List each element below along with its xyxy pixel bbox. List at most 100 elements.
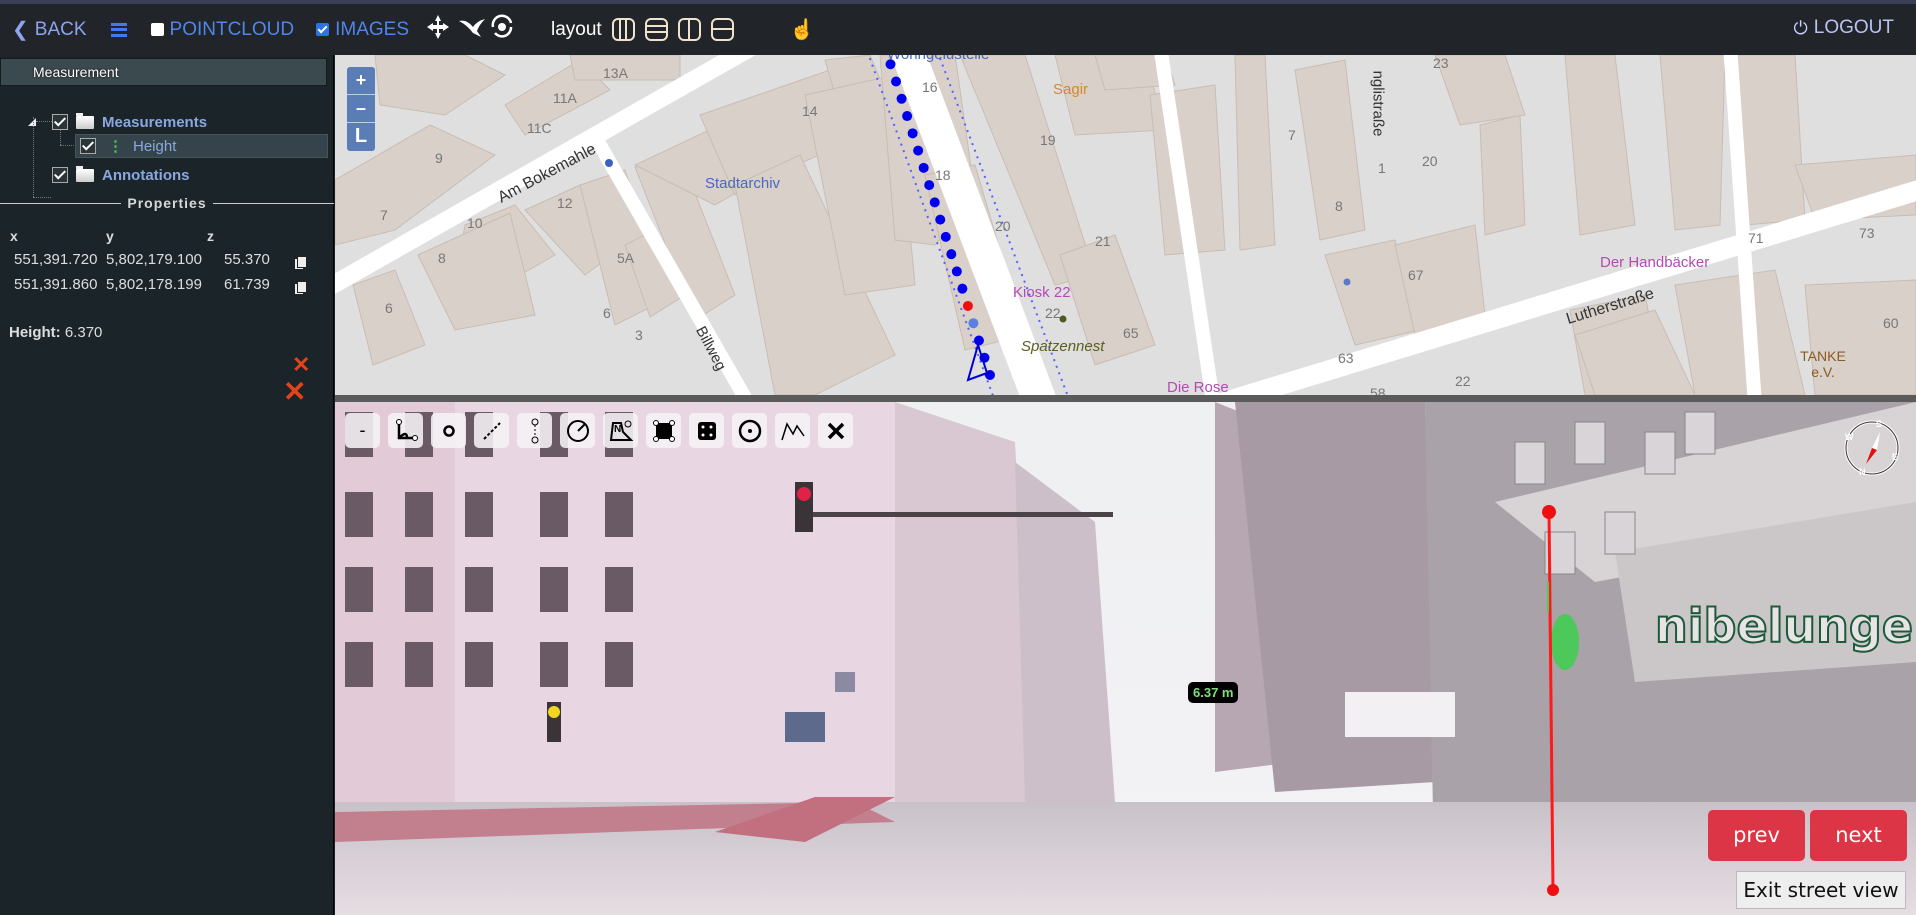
height-label: Height: bbox=[9, 324, 61, 341]
building bbox=[1564, 55, 1636, 236]
bird-fly-icon[interactable] bbox=[457, 15, 487, 45]
layout-three-columns-button[interactable] bbox=[611, 18, 635, 41]
copy-icon[interactable] bbox=[297, 281, 307, 293]
point-tool-button[interactable] bbox=[431, 413, 466, 448]
height-value: 6.370 bbox=[64, 324, 103, 341]
house-number: 6 bbox=[603, 305, 611, 321]
delete-all-icon[interactable]: ✕ bbox=[283, 375, 306, 408]
poi-label: Sagir bbox=[1053, 81, 1089, 98]
hamburger-menu-icon[interactable] bbox=[110, 22, 127, 37]
distance-tool-button[interactable] bbox=[474, 413, 509, 448]
layout-three-rows-button[interactable] bbox=[644, 18, 668, 41]
coord-z: 61.739 bbox=[224, 276, 270, 293]
height-readout: Height: 6.370 bbox=[9, 324, 102, 341]
eye-rotate-icon[interactable] bbox=[487, 13, 517, 47]
angle-tool-button[interactable] bbox=[388, 413, 423, 448]
poi-label: Kiosk 22 bbox=[1013, 284, 1071, 301]
window bbox=[1604, 511, 1636, 555]
annotations-checkbox[interactable] bbox=[52, 167, 68, 183]
copy-icon[interactable] bbox=[297, 256, 307, 268]
tree-item-annotations[interactable]: Annotations bbox=[52, 163, 190, 187]
col-z-header: z bbox=[207, 228, 214, 244]
house-number: 1 bbox=[1378, 160, 1386, 176]
building bbox=[1479, 114, 1526, 236]
panel-divider[interactable] bbox=[335, 395, 1916, 402]
car bbox=[785, 712, 825, 742]
window bbox=[1574, 421, 1606, 465]
street-view-panel[interactable]: nibelunge - N 6.37 m S W N E prev next E… bbox=[335, 402, 1916, 915]
tree-line bbox=[36, 121, 52, 122]
logout-button[interactable]: ⏻ LOGOUT bbox=[1794, 17, 1894, 39]
images-toggle[interactable]: IMAGES bbox=[316, 19, 409, 41]
window bbox=[345, 642, 373, 687]
window bbox=[465, 567, 493, 612]
layout-two-rows-button[interactable] bbox=[710, 18, 734, 41]
measurement-toolbar: - N bbox=[345, 413, 853, 448]
window bbox=[405, 642, 433, 687]
height-checkbox[interactable] bbox=[80, 138, 96, 154]
house-number: 6 bbox=[385, 300, 393, 316]
pointcloud-checkbox[interactable] bbox=[150, 23, 164, 36]
minus-tool-button[interactable]: - bbox=[345, 413, 380, 448]
area-tool-button[interactable] bbox=[646, 413, 681, 448]
house-number: 65 bbox=[1123, 325, 1139, 341]
back-button[interactable]: ❮ BACK bbox=[12, 17, 87, 42]
street-view-image: nibelunge bbox=[335, 402, 1916, 915]
layer-button[interactable]: L bbox=[347, 123, 375, 151]
height-measurement-line bbox=[1542, 505, 1559, 896]
house-number: 5A bbox=[617, 250, 635, 266]
layout-two-columns-button[interactable] bbox=[677, 18, 701, 41]
compass-letter: W bbox=[1845, 432, 1854, 442]
window bbox=[1644, 431, 1676, 475]
tree-item-height[interactable]: ⋮ Height bbox=[75, 134, 328, 158]
window bbox=[1514, 441, 1546, 485]
tree-collapse-triangle-icon[interactable] bbox=[28, 118, 36, 126]
profile-tool-button[interactable] bbox=[775, 413, 810, 448]
image-track-point bbox=[907, 128, 918, 139]
house-number: 11A bbox=[553, 90, 577, 106]
house-number: 8 bbox=[438, 250, 446, 266]
house-number: 20 bbox=[995, 218, 1011, 234]
tree-item-measurements[interactable]: Measurements bbox=[52, 110, 207, 134]
poi-label: Der Handbäcker bbox=[1600, 254, 1710, 271]
move-arrows-icon[interactable] bbox=[423, 13, 453, 47]
pointer-hand-icon[interactable]: ☝ bbox=[790, 17, 815, 42]
volume-tool-button[interactable] bbox=[689, 413, 724, 448]
next-button[interactable]: next bbox=[1810, 810, 1907, 861]
window bbox=[345, 567, 373, 612]
sphere-tool-button[interactable] bbox=[732, 413, 767, 448]
house-number: 9 bbox=[435, 150, 443, 166]
map-panel[interactable]: + – L Am Bokemahle Billweg Lutherstraße … bbox=[335, 55, 1916, 395]
images-label: IMAGES bbox=[335, 18, 409, 40]
image-track-point bbox=[891, 76, 902, 87]
folder-icon bbox=[76, 165, 94, 182]
coord-y: 5,802,179.100 bbox=[106, 251, 202, 268]
tree-line bbox=[33, 117, 34, 197]
prev-button[interactable]: prev bbox=[1708, 810, 1805, 861]
window bbox=[465, 492, 493, 537]
height-tool-button[interactable] bbox=[517, 413, 552, 448]
image-track-point bbox=[951, 266, 962, 277]
zoom-in-button[interactable]: + bbox=[347, 67, 375, 95]
clear-tool-button[interactable] bbox=[818, 413, 853, 448]
image-track-point bbox=[929, 197, 940, 208]
pointcloud-toggle[interactable]: POINTCLOUD bbox=[150, 19, 294, 41]
house-number: 22 bbox=[1455, 373, 1471, 389]
house-number: 58 bbox=[1370, 385, 1386, 395]
image-track-point bbox=[918, 162, 929, 173]
building bbox=[1659, 55, 1726, 231]
image-track-point bbox=[973, 335, 984, 346]
window bbox=[605, 567, 633, 612]
house-number: 11C bbox=[527, 120, 552, 136]
images-checkbox[interactable] bbox=[316, 23, 330, 36]
image-track-point bbox=[957, 283, 968, 294]
annotation-tool-button[interactable]: N bbox=[603, 413, 638, 448]
exit-street-view-button[interactable]: Exit street view bbox=[1736, 871, 1906, 909]
azimuth-tool-button[interactable] bbox=[560, 413, 595, 448]
measurements-checkbox[interactable] bbox=[52, 114, 68, 130]
compass-icon[interactable]: S W N E bbox=[1842, 418, 1902, 478]
zoom-out-button[interactable]: – bbox=[347, 95, 375, 123]
sidebar-header[interactable]: Measurement bbox=[0, 58, 327, 86]
window bbox=[345, 492, 373, 537]
compass-letter: N bbox=[1859, 467, 1866, 477]
